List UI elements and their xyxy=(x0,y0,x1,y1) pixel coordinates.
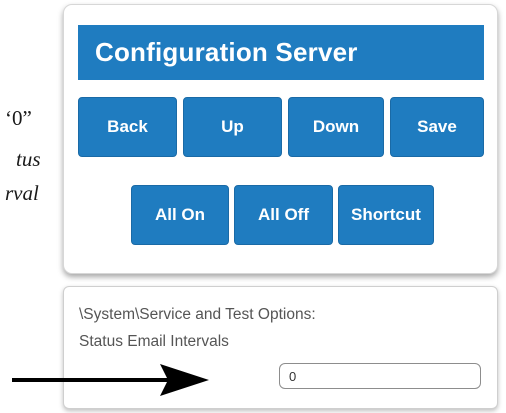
right-arrow-icon xyxy=(12,364,209,396)
